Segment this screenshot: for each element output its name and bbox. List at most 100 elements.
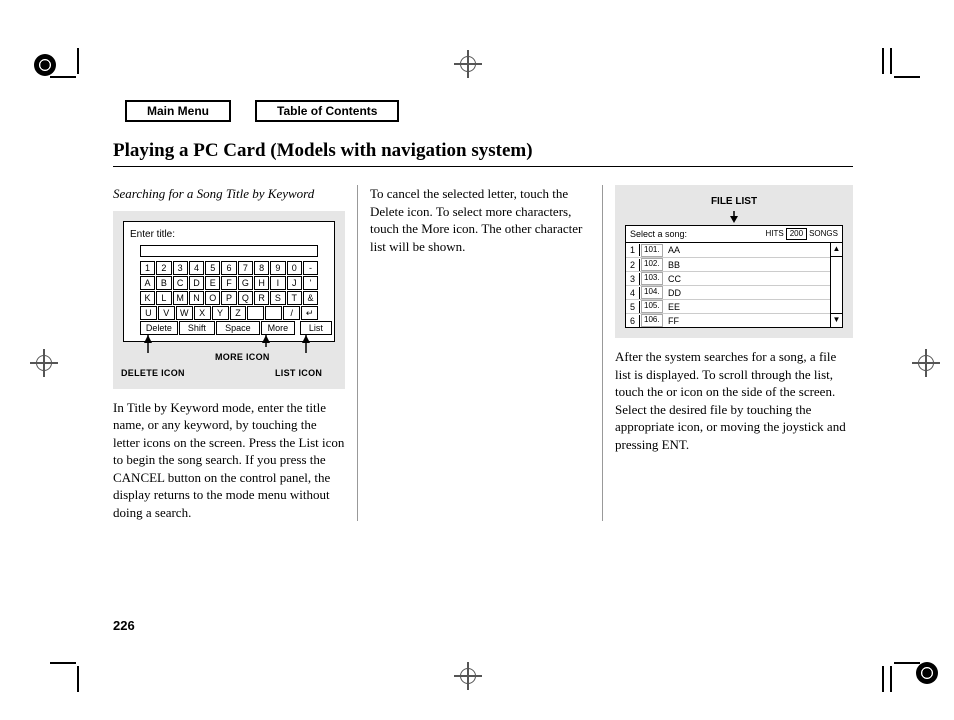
key-W[interactable]: W: [176, 306, 193, 320]
key-&[interactable]: &: [303, 291, 318, 305]
list-item[interactable]: 6106.FF: [626, 313, 830, 327]
key-I[interactable]: I: [270, 276, 285, 290]
key-'[interactable]: ': [303, 276, 318, 290]
arrow-icon: [143, 335, 153, 357]
key-8[interactable]: 8: [254, 261, 269, 275]
key-1[interactable]: 1: [140, 261, 155, 275]
key-H[interactable]: H: [254, 276, 269, 290]
key-X[interactable]: X: [194, 306, 211, 320]
key-O[interactable]: O: [205, 291, 220, 305]
key-M[interactable]: M: [173, 291, 188, 305]
body-text: After the system searches for a song, a …: [615, 348, 853, 453]
key-S[interactable]: S: [270, 291, 285, 305]
section-subhead: Searching for a Song Title by Keyword: [113, 185, 345, 203]
key-7[interactable]: 7: [238, 261, 253, 275]
list-item[interactable]: 3103.CC: [626, 271, 830, 285]
registration-sun-icon: [916, 662, 938, 684]
row-number: 103.: [641, 272, 663, 285]
key-↵[interactable]: ↵: [301, 306, 318, 320]
arrow-icon: [261, 335, 271, 349]
key-R[interactable]: R: [254, 291, 269, 305]
list-item[interactable]: 1101.AA: [626, 243, 830, 257]
key-C[interactable]: C: [173, 276, 188, 290]
list-key[interactable]: List: [300, 321, 332, 335]
more-icon-label: MORE ICON: [215, 351, 270, 363]
key-K[interactable]: K: [140, 291, 155, 305]
body-text: In Title by Keyword mode, enter the titl…: [113, 399, 345, 522]
songs-label: SONGS: [809, 229, 838, 240]
enter-title-label: Enter title:: [130, 228, 328, 242]
row-name: FF: [664, 315, 679, 327]
registration-mark-icon: [454, 50, 482, 78]
body-text: To cancel the selected letter, touch the…: [370, 185, 590, 255]
list-icon-label: LIST ICON: [275, 367, 322, 379]
main-menu-button[interactable]: Main Menu: [125, 100, 231, 122]
row-name: BB: [664, 259, 680, 271]
key-F[interactable]: F: [221, 276, 236, 290]
crop-mark-icon: [894, 662, 920, 664]
key-U[interactable]: U: [140, 306, 157, 320]
hits-label: HITS: [766, 229, 784, 240]
key-V[interactable]: V: [158, 306, 175, 320]
key-T[interactable]: T: [287, 291, 302, 305]
row-number: 106.: [641, 314, 663, 327]
key-9[interactable]: 9: [270, 261, 285, 275]
key-B[interactable]: B: [156, 276, 171, 290]
key-D[interactable]: D: [189, 276, 204, 290]
registration-mark-icon: [30, 349, 58, 377]
row-index: 6: [626, 315, 640, 327]
title-input[interactable]: [140, 245, 318, 257]
scroll-track[interactable]: [831, 257, 842, 313]
page-number: 226: [113, 618, 135, 633]
registration-sun-icon: [34, 54, 56, 76]
key-G[interactable]: G: [238, 276, 253, 290]
key-N[interactable]: N: [189, 291, 204, 305]
key-Y[interactable]: Y: [212, 306, 229, 320]
hits-count: 200: [786, 228, 807, 241]
toc-button[interactable]: Table of Contents: [255, 100, 399, 122]
key-blank[interactable]: [265, 306, 282, 320]
nav-tabs: Main Menu Table of Contents: [125, 100, 853, 122]
scroll-up-button[interactable]: ▲: [831, 243, 842, 257]
key-3[interactable]: 3: [173, 261, 188, 275]
key--[interactable]: -: [303, 261, 318, 275]
delete-key[interactable]: Delete: [140, 321, 178, 335]
space-key[interactable]: Space: [216, 321, 260, 335]
file-list-title: FILE LIST: [625, 195, 843, 209]
key-L[interactable]: L: [156, 291, 171, 305]
key-J[interactable]: J: [287, 276, 302, 290]
arrow-icon: [729, 211, 739, 223]
key-Q[interactable]: Q: [238, 291, 253, 305]
key-6[interactable]: 6: [221, 261, 236, 275]
more-key[interactable]: More: [261, 321, 295, 335]
row-index: 2: [626, 259, 640, 271]
key-2[interactable]: 2: [156, 261, 171, 275]
crop-mark-icon: [50, 76, 76, 78]
row-number: 104.: [641, 286, 663, 299]
arrow-icon: [301, 335, 311, 357]
key-P[interactable]: P: [221, 291, 236, 305]
key-A[interactable]: A: [140, 276, 155, 290]
crop-mark-icon: [77, 48, 79, 74]
key-blank[interactable]: [247, 306, 264, 320]
list-item[interactable]: 2102.BB: [626, 257, 830, 271]
key-0[interactable]: 0: [287, 261, 302, 275]
key-4[interactable]: 4: [189, 261, 204, 275]
key-5[interactable]: 5: [205, 261, 220, 275]
scroll-down-button[interactable]: ▼: [831, 313, 842, 327]
row-number: 105.: [641, 300, 663, 313]
row-name: CC: [664, 273, 681, 285]
key-E[interactable]: E: [205, 276, 220, 290]
row-number: 102.: [641, 258, 663, 271]
list-item[interactable]: 4104.DD: [626, 285, 830, 299]
key-/[interactable]: /: [283, 306, 300, 320]
list-item[interactable]: 5105.EE: [626, 299, 830, 313]
crop-mark-icon: [50, 662, 76, 664]
key-Z[interactable]: Z: [230, 306, 247, 320]
scrollbar: ▲ ▼: [830, 243, 842, 327]
keyboard-panel: Enter title: 1234567890- ABCDEFGHIJ' KLM…: [123, 221, 335, 343]
shift-key[interactable]: Shift: [179, 321, 215, 335]
row-index: 1: [626, 244, 640, 256]
crop-mark-icon: [890, 666, 892, 692]
row-number: 101.: [641, 244, 663, 257]
